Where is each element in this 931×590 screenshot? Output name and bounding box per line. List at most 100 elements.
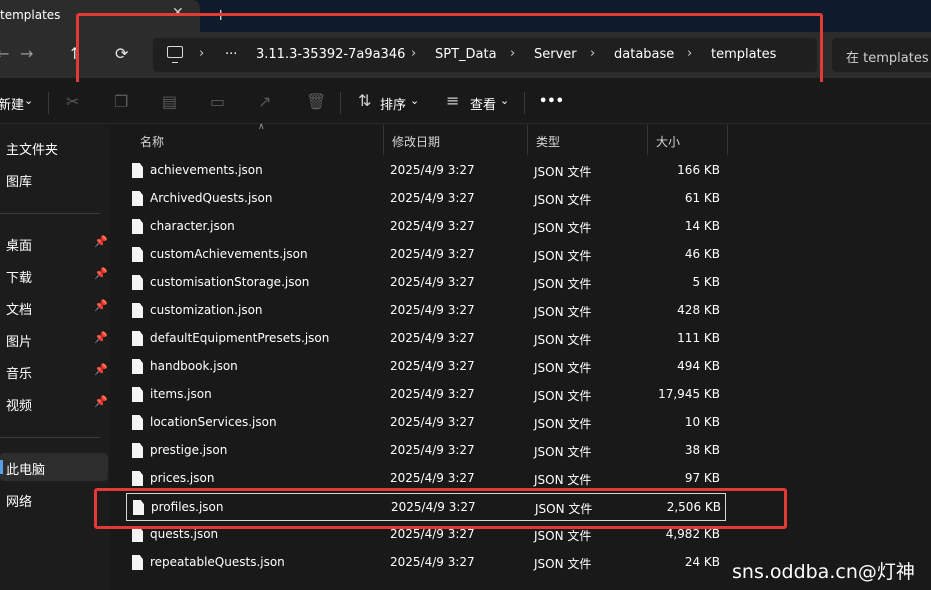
file-date: 2025/4/9 3:27 (390, 387, 475, 401)
divider (48, 92, 49, 114)
file-row[interactable]: locationServices.json 2025/4/9 3:27 JSON 文… (126, 409, 726, 437)
file-type: JSON 文件 (534, 473, 592, 487)
file-name: quests.json (150, 527, 219, 541)
file-row[interactable]: customAchievements.json 2025/4/9 3:27 JSON… (126, 241, 726, 269)
file-date: 2025/4/9 3:27 (390, 303, 475, 317)
file-type: JSON 文件 (534, 277, 592, 291)
search-input[interactable]: 在 templates 中搜索 (832, 38, 931, 72)
file-icon (132, 191, 143, 206)
sidebar-divider (0, 213, 100, 214)
column-header-name[interactable]: 名称 ∧ (132, 122, 384, 155)
pin-icon[interactable]: 📌 (94, 395, 108, 408)
file-icon (132, 247, 143, 262)
paste-icon[interactable]: ▤ (162, 92, 177, 111)
file-size: 24 KB (684, 555, 720, 569)
file-date: 2025/4/9 3:27 (390, 219, 475, 233)
file-type: JSON 文件 (534, 445, 592, 459)
sidebar-item[interactable]: 图库 (0, 165, 108, 193)
column-header-size[interactable]: 大小 (648, 125, 728, 155)
file-row[interactable]: customisationStorage.json 2025/4/9 3:27 JS… (126, 269, 726, 297)
sidebar-item-label: 桌面 (6, 239, 33, 254)
file-icon (132, 219, 143, 234)
delete-icon[interactable]: 🗑 (306, 92, 326, 111)
sidebar-item-label: 下载 (6, 271, 33, 286)
file-size: 494 KB (677, 359, 720, 373)
cut-icon[interactable]: ✂ (66, 92, 79, 111)
file-name: character.json (150, 219, 235, 233)
sidebar-item[interactable]: 桌面 📌 (0, 229, 108, 257)
file-row[interactable]: ArchivedQuests.json 2025/4/9 3:27 JSON 文件 6… (126, 185, 726, 213)
file-size: 5 KB (692, 275, 720, 289)
new-button[interactable]: 新建 (0, 94, 24, 113)
search-placeholder: 在 templates 中搜索 (846, 51, 931, 66)
sidebar-item[interactable]: 此电脑 (0, 453, 108, 481)
more-options-button[interactable]: ••• (539, 94, 564, 109)
file-date: 2025/4/9 3:27 (390, 191, 475, 205)
view-button[interactable]: 查看 (470, 94, 496, 113)
file-row[interactable]: repeatableQuests.json 2025/4/9 3:27 JSON 文… (126, 549, 726, 577)
file-size: 17,945 KB (658, 387, 720, 401)
file-type: JSON 文件 (534, 193, 592, 207)
sort-button[interactable]: 排序 (380, 94, 406, 113)
file-type: JSON 文件 (534, 249, 592, 263)
file-size: 46 KB (684, 247, 720, 261)
file-type: JSON 文件 (534, 165, 592, 179)
selection-indicator (0, 460, 3, 474)
file-row[interactable]: defaultEquipmentPresets.json 2025/4/9 3:2… (126, 325, 726, 353)
file-name: customisationStorage.json (150, 275, 310, 289)
command-bar: 新建 ⌄ ✂ ❐ ▤ ▭ ↗ 🗑 ⇅ 排序 ⌄ ≡ 查看 ⌄ ••• (0, 82, 931, 124)
file-row[interactable]: prestige.json 2025/4/9 3:27 JSON 文件 38 KB (126, 437, 726, 465)
file-type: JSON 文件 (534, 305, 592, 319)
file-icon (132, 555, 143, 570)
column-date-label: 修改日期 (392, 135, 441, 149)
file-row[interactable]: customization.json 2025/4/9 3:27 JSON 文件 42… (126, 297, 726, 325)
sidebar-item[interactable]: 网络 (0, 485, 108, 513)
pin-icon[interactable]: 📌 (94, 299, 108, 312)
sort-icon: ⇅ (358, 91, 372, 110)
column-header-type[interactable]: 类型 (528, 125, 648, 155)
chevron-down-icon[interactable]: ⌄ (24, 94, 33, 107)
file-name: ArchivedQuests.json (150, 191, 273, 205)
file-type: JSON 文件 (534, 529, 592, 543)
sidebar-item-label: 图片 (6, 335, 33, 350)
sidebar-item-label: 视频 (6, 399, 33, 414)
sidebar-item[interactable]: 视频 📌 (0, 389, 108, 417)
file-row[interactable]: handbook.json 2025/4/9 3:27 JSON 文件 494 KB (126, 353, 726, 381)
file-icon (132, 443, 143, 458)
column-header-date[interactable]: 修改日期 (384, 125, 528, 155)
file-row[interactable]: character.json 2025/4/9 3:27 JSON 文件 14 KB (126, 213, 726, 241)
file-name: handbook.json (150, 359, 238, 373)
file-date: 2025/4/9 3:27 (390, 247, 475, 261)
sidebar-item[interactable]: 下载 📌 (0, 261, 108, 289)
file-size: 10 KB (684, 415, 720, 429)
chevron-down-icon: ⌄ (410, 94, 420, 107)
sidebar-item[interactable]: 图片 📌 (0, 325, 108, 353)
file-icon (132, 471, 143, 486)
copy-icon[interactable]: ❐ (114, 92, 128, 111)
sidebar-item-label: 图库 (6, 175, 33, 190)
file-type: JSON 文件 (534, 389, 592, 403)
highlight-box-profiles (94, 488, 787, 529)
sidebar-item[interactable]: 文档 📌 (0, 293, 108, 321)
file-row[interactable]: items.json 2025/4/9 3:27 JSON 文件 17,945 KB (126, 381, 726, 409)
file-name: prices.json (150, 471, 215, 485)
sort-ascending-icon: ∧ (258, 122, 265, 132)
pin-icon[interactable]: 📌 (94, 235, 108, 248)
tab-title: templates (0, 8, 61, 22)
pin-icon[interactable]: 📌 (94, 363, 108, 376)
file-date: 2025/4/9 3:27 (390, 415, 475, 429)
file-date: 2025/4/9 3:27 (390, 163, 475, 177)
file-row[interactable]: achievements.json 2025/4/9 3:27 JSON 文件 166… (126, 157, 726, 185)
sidebar-item[interactable]: 音乐 📌 (0, 357, 108, 385)
file-type: JSON 文件 (534, 361, 592, 375)
pin-icon[interactable]: 📌 (94, 267, 108, 280)
rename-icon[interactable]: ▭ (210, 92, 225, 111)
file-icon (132, 331, 143, 346)
file-name: customization.json (150, 303, 263, 317)
forward-icon[interactable]: → (20, 44, 33, 63)
column-name-label: 名称 (140, 135, 165, 149)
back-icon[interactable]: ← (0, 44, 9, 63)
share-icon[interactable]: ↗ (258, 92, 271, 111)
sidebar-item[interactable]: 主文件夹 (0, 133, 108, 161)
pin-icon[interactable]: 📌 (94, 331, 108, 344)
